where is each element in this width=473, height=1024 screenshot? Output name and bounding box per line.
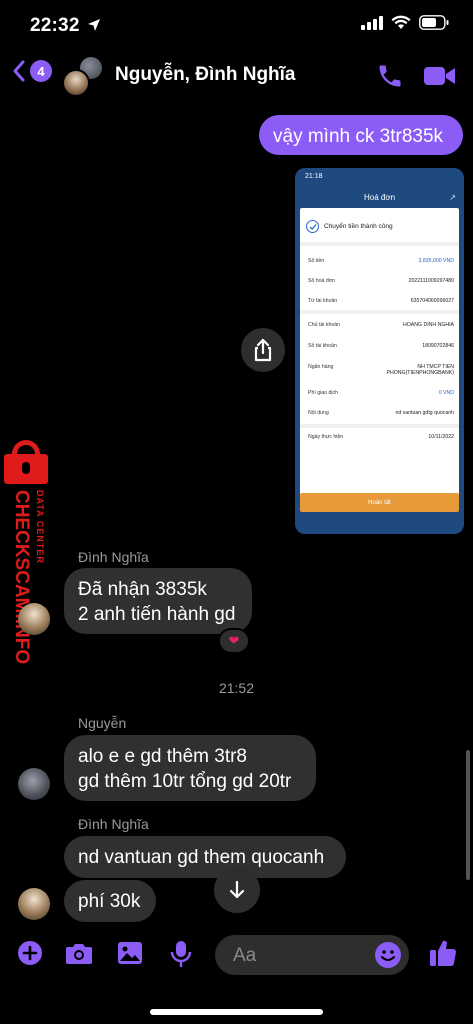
emoji-icon[interactable]	[375, 942, 401, 968]
status-time: 22:32	[30, 15, 101, 37]
arrow-down-icon	[229, 880, 245, 899]
thumbs-up-icon[interactable]	[429, 938, 457, 968]
incoming-message[interactable]: nd vantuan gd them quocanh	[64, 836, 346, 878]
incoming-message[interactable]: phí 30k	[64, 880, 156, 922]
receipt-divider	[300, 310, 459, 314]
video-camera-icon[interactable]	[423, 64, 457, 88]
receipt-divider	[300, 424, 459, 428]
group-avatar[interactable]	[62, 55, 104, 97]
receipt-title: Hoá đơn	[363, 193, 396, 202]
microphone-icon[interactable]	[170, 940, 192, 968]
receipt-divider	[300, 242, 459, 246]
receipt-status-time: 21:18	[305, 173, 323, 180]
avatar-nghia	[62, 69, 90, 97]
battery-icon	[419, 15, 449, 30]
receipt-share-icon: ↗	[449, 193, 456, 202]
receipt-row: Số hoá đơn 2022111009297480	[308, 278, 454, 284]
incoming-message[interactable]: Đã nhận 3835k 2 anh tiến hành gd	[64, 568, 252, 634]
share-button[interactable]	[241, 328, 285, 372]
signal-icon	[361, 15, 383, 30]
receipt-row: Ngày thực hiện 10/11/2022	[308, 434, 454, 440]
scroll-indicator	[466, 750, 470, 880]
status-bar: 22:32	[0, 0, 473, 50]
timestamp-separator: 21:52	[218, 680, 255, 696]
location-arrow-icon	[88, 19, 101, 31]
check-circle-icon	[306, 220, 319, 233]
receipt-done-button: Hoàn tất	[300, 493, 459, 512]
photo-gallery-icon[interactable]	[117, 940, 143, 966]
svg-text:DATA CENTER: DATA CENTER	[35, 490, 45, 564]
receipt-card: Chuyển tiền thành công Số tiền 3,835,000 …	[300, 208, 459, 511]
wifi-icon	[391, 15, 411, 29]
sender-name: Đình Nghĩa	[78, 549, 149, 565]
receipt-row: Ngân hàng NH TMCP TIEN PHONG(TIENPHONGBAN…	[308, 364, 454, 376]
plus-circle-icon[interactable]	[17, 940, 43, 966]
scroll-to-bottom-button[interactable]	[214, 867, 260, 913]
outgoing-message[interactable]: vậy mình ck 3tr835k	[259, 115, 463, 155]
sender-name: Nguyễn	[78, 715, 127, 731]
camera-icon[interactable]	[65, 940, 93, 966]
home-indicator	[150, 1009, 323, 1015]
receipt-row: Số tiền 3,835,000 VND	[308, 258, 454, 264]
avatar-nghia[interactable]	[18, 603, 50, 635]
conversation-header: 4 Nguyễn, Đình Nghĩa	[0, 50, 473, 102]
receipt-row: Nội dung nd vantuan gdtg quocanh	[308, 410, 454, 416]
status-icons	[361, 15, 449, 30]
receipt-row: Chủ tài khoản HOANG DINH NGHIA	[308, 322, 454, 328]
heart-reaction[interactable]: ❤	[218, 628, 250, 654]
avatar-nghia[interactable]	[18, 888, 50, 920]
unread-count-badge: 4	[30, 60, 52, 82]
avatar-nguyen[interactable]	[18, 768, 50, 800]
shared-receipt-image[interactable]: 21:18 Hoá đơn ↗ Chuyển tiền thành công S…	[295, 168, 464, 534]
phone-icon[interactable]	[376, 62, 404, 90]
message-input[interactable]: Aa	[215, 935, 409, 975]
receipt-success: Chuyển tiền thành công	[306, 220, 393, 233]
conversation-title[interactable]: Nguyễn, Đình Nghĩa	[115, 64, 296, 86]
receipt-row: Số tài khoản 18090702846	[308, 343, 454, 349]
receipt-row: Phí giao dịch 0 VND	[308, 390, 454, 396]
checkscam-watermark: CHECKSCAM.INFO DATA CENTER	[0, 440, 54, 670]
message-composer: Aa	[0, 930, 473, 985]
message-input-placeholder: Aa	[233, 945, 257, 966]
share-icon	[254, 338, 272, 362]
receipt-row: Từ tài khoản 635704060096027	[308, 298, 454, 304]
sender-name: Đình Nghĩa	[78, 816, 149, 832]
incoming-message[interactable]: alo e e gd thêm 3tr8 gd thêm 10tr tổng g…	[64, 735, 316, 801]
chevron-left-icon	[13, 60, 25, 82]
back-button[interactable]: 4	[12, 60, 52, 82]
svg-text:CHECKSCAM.INFO: CHECKSCAM.INFO	[11, 490, 32, 664]
watermark-text: CHECKSCAM.INFO DATA CENTER	[11, 490, 45, 664]
